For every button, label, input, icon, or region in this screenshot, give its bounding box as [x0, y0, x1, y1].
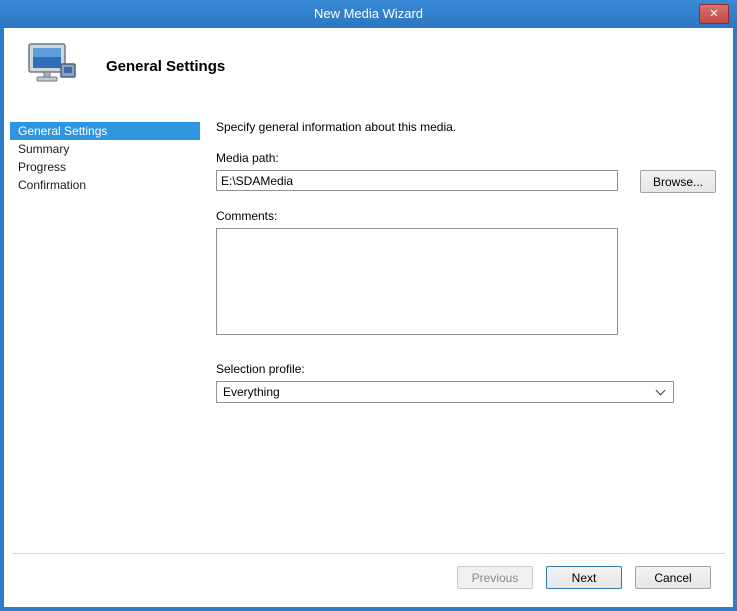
page-description: Specify general information about this m… [216, 120, 719, 134]
wizard-header: General Settings [4, 28, 733, 104]
selection-profile-value: Everything [223, 385, 280, 399]
page-title: General Settings [106, 58, 225, 75]
titlebar[interactable]: New Media Wizard ✕ [0, 0, 737, 28]
sidebar-item-progress[interactable]: Progress [10, 158, 200, 176]
sidebar-item-summary[interactable]: Summary [10, 140, 200, 158]
sidebar-item-general-settings[interactable]: General Settings [10, 122, 200, 140]
new-media-wizard-window: New Media Wizard ✕ General Settings [0, 0, 737, 611]
close-icon: ✕ [709, 8, 718, 20]
media-path-label: Media path: [216, 151, 719, 165]
chevron-down-icon [656, 386, 666, 396]
comments-label: Comments: [216, 209, 719, 223]
selection-profile-dropdown[interactable]: Everything [216, 381, 674, 403]
wizard-page-content: Specify general information about this m… [202, 104, 733, 553]
sidebar-item-confirmation[interactable]: Confirmation [10, 176, 200, 194]
wizard-footer: Previous Next Cancel [12, 553, 725, 607]
selection-profile-label: Selection profile: [216, 362, 719, 376]
previous-button[interactable]: Previous [457, 566, 533, 589]
cancel-button[interactable]: Cancel [635, 566, 711, 589]
wizard-steps-nav: General Settings Summary Progress Confir… [4, 104, 202, 553]
computer-monitor-icon [28, 42, 80, 90]
next-button[interactable]: Next [546, 566, 622, 589]
window-title: New Media Wizard [0, 0, 737, 28]
close-button[interactable]: ✕ [699, 4, 729, 24]
media-path-input[interactable] [216, 170, 618, 191]
comments-textarea[interactable] [216, 228, 618, 335]
browse-button[interactable]: Browse... [640, 170, 716, 193]
